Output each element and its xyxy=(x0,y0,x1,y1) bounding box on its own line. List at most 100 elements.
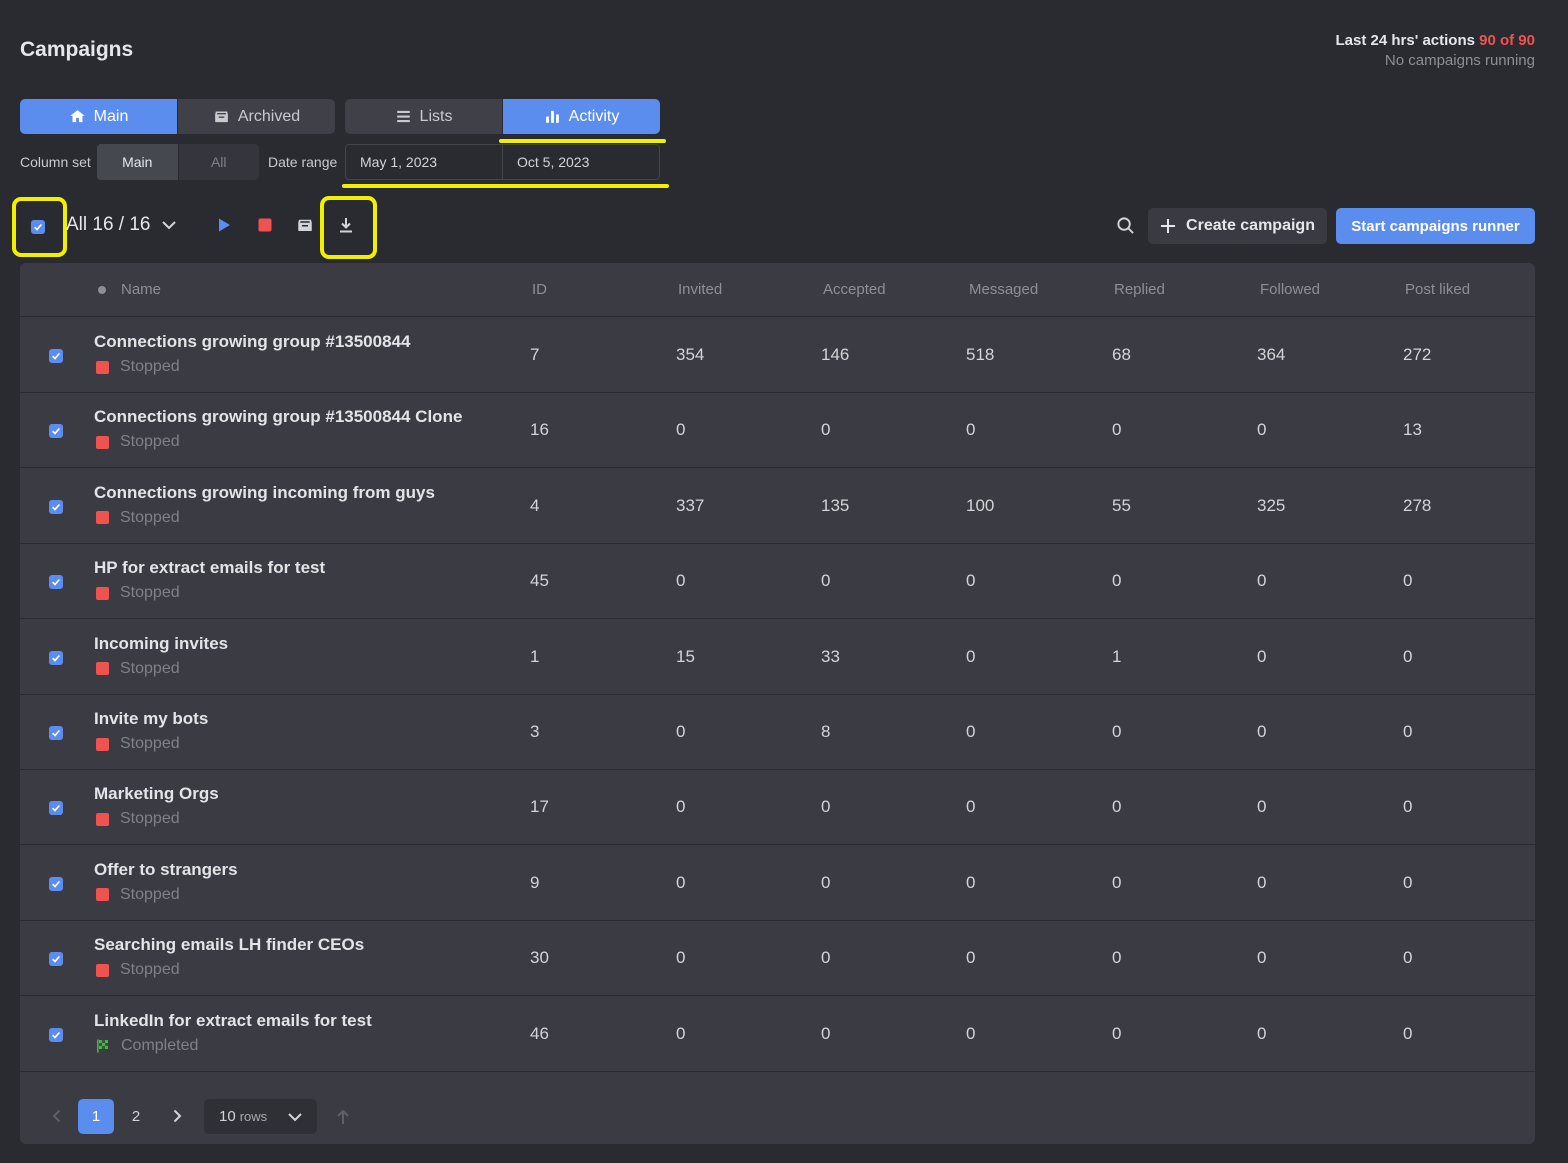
campaigns-table: Name ID Invited Accepted Messaged Replie… xyxy=(20,263,1535,1144)
cell-post-liked: 0 xyxy=(1403,797,1413,817)
cell-invited: 0 xyxy=(676,797,686,817)
page-button-1[interactable]: 1 xyxy=(78,1099,114,1134)
cell-replied: 1 xyxy=(1112,646,1122,666)
campaign-name[interactable]: LinkedIn for extract emails for test xyxy=(94,1011,372,1031)
campaign-name[interactable]: Connections growing incoming from guys xyxy=(94,483,435,503)
archive-icon[interactable] xyxy=(296,216,314,234)
row-checkbox[interactable] xyxy=(49,801,63,816)
date-to-input[interactable]: Oct 5, 2023 xyxy=(502,145,659,179)
chevron-right-icon[interactable] xyxy=(170,1109,184,1123)
row-checkbox[interactable] xyxy=(49,424,63,439)
campaign-name[interactable]: HP for extract emails for test xyxy=(94,558,325,578)
column-header-messaged[interactable]: Messaged xyxy=(969,281,1038,298)
rows-per-page-value: 10 xyxy=(219,1108,236,1125)
cell-invited: 0 xyxy=(676,420,686,440)
table-row[interactable]: Invite my bots Stopped 3 0 8 0 0 0 0 xyxy=(20,695,1535,770)
table-row[interactable]: Searching emails LH finder CEOs Stopped 30… xyxy=(20,921,1535,997)
arrow-up-icon[interactable] xyxy=(335,1109,351,1125)
column-header-post-liked[interactable]: Post liked xyxy=(1405,281,1470,298)
campaign-name[interactable]: Offer to strangers xyxy=(94,860,238,880)
cell-accepted: 0 xyxy=(821,1023,831,1043)
campaign-status-label: Stopped xyxy=(120,735,180,752)
list-icon xyxy=(396,110,410,123)
column-header-id[interactable]: ID xyxy=(532,281,547,298)
table-row[interactable]: HP for extract emails for test Stopped 45 0… xyxy=(20,544,1535,620)
cell-messaged: 100 xyxy=(966,495,995,515)
cell-id: 30 xyxy=(530,948,549,968)
selection-dropdown[interactable]: All 16 / 16 xyxy=(66,214,177,236)
table-row[interactable]: Marketing Orgs Stopped 17 0 0 0 0 0 0 xyxy=(20,770,1535,846)
table-row[interactable]: Connections growing group #13500844 Clon… xyxy=(20,393,1535,469)
stopped-status-icon xyxy=(96,737,109,751)
rows-per-page-select[interactable]: 10 rows xyxy=(204,1099,317,1134)
row-checkbox[interactable] xyxy=(49,952,63,967)
column-header-name[interactable]: Name xyxy=(121,281,161,298)
column-header-accepted[interactable]: Accepted xyxy=(823,281,886,298)
cell-invited: 337 xyxy=(676,495,705,515)
campaign-name[interactable]: Searching emails LH finder CEOs xyxy=(94,935,364,955)
tab-archived[interactable]: Archived xyxy=(177,99,335,134)
row-checkbox[interactable] xyxy=(49,575,63,590)
campaign-name[interactable]: Connections growing group #13500844 Clon… xyxy=(94,407,462,427)
table-row[interactable]: Offer to strangers Stopped 9 0 0 0 0 0 0 xyxy=(20,846,1535,921)
row-checkbox[interactable] xyxy=(49,499,63,514)
cell-post-liked: 0 xyxy=(1403,948,1413,968)
table-row[interactable]: Connections growing incoming from guys St… xyxy=(20,469,1535,544)
table-row[interactable]: LinkedIn for extract emails for test Comp… xyxy=(20,997,1535,1072)
start-campaigns-runner-button[interactable]: Start campaigns runner xyxy=(1336,208,1535,244)
chevron-down-icon xyxy=(161,221,176,230)
tab-activity[interactable]: Activity xyxy=(502,99,660,134)
select-all-checkbox[interactable] xyxy=(31,220,45,234)
cell-messaged: 0 xyxy=(966,646,976,666)
cell-id: 17 xyxy=(530,797,549,817)
cell-id: 16 xyxy=(530,420,549,440)
campaign-status-label: Stopped xyxy=(120,584,180,602)
column-set-all[interactable]: All xyxy=(177,144,259,180)
cell-invited: 0 xyxy=(676,1023,686,1043)
cell-post-liked: 272 xyxy=(1403,345,1432,364)
cell-messaged: 0 xyxy=(966,722,976,741)
search-icon[interactable] xyxy=(1116,216,1135,235)
download-icon[interactable] xyxy=(337,216,355,234)
date-from-input[interactable]: May 1, 2023 xyxy=(346,145,502,179)
cell-id: 45 xyxy=(530,571,549,591)
create-campaign-button[interactable]: Create campaign xyxy=(1148,208,1327,244)
archive-icon xyxy=(215,111,228,123)
campaign-name[interactable]: Invite my bots xyxy=(94,709,208,729)
column-header-invited[interactable]: Invited xyxy=(678,281,722,298)
stop-icon[interactable] xyxy=(256,216,274,234)
tab-main-label: Main xyxy=(93,107,129,125)
campaign-name[interactable]: Incoming invites xyxy=(94,634,228,654)
column-header-followed[interactable]: Followed xyxy=(1260,281,1320,298)
stopped-status-icon xyxy=(96,586,109,600)
play-icon[interactable] xyxy=(215,216,233,234)
row-checkbox[interactable] xyxy=(49,726,63,740)
campaign-name[interactable]: Connections growing group #13500844 xyxy=(94,332,410,352)
cell-messaged: 0 xyxy=(966,1023,976,1043)
rows-per-page-unit: rows xyxy=(239,1109,268,1124)
tab-lists[interactable]: Lists xyxy=(345,99,502,134)
cell-messaged: 0 xyxy=(966,948,976,968)
cell-accepted: 0 xyxy=(821,948,831,968)
view-tabs: Lists Activity xyxy=(345,99,660,134)
actions-stats-label: Last 24 hrs' actions xyxy=(1335,32,1475,49)
chevron-left-icon[interactable] xyxy=(50,1109,64,1123)
campaign-name[interactable]: Marketing Orgs xyxy=(94,784,219,804)
checkered-flag-icon xyxy=(97,1039,108,1053)
row-checkbox[interactable] xyxy=(49,650,63,665)
row-checkbox[interactable] xyxy=(49,876,63,891)
cell-replied: 0 xyxy=(1112,872,1122,892)
stopped-status-icon xyxy=(96,812,109,826)
column-set-toggle: Main All xyxy=(97,144,259,180)
cell-messaged: 0 xyxy=(966,420,976,440)
column-header-replied[interactable]: Replied xyxy=(1114,281,1165,298)
page-button-2[interactable]: 2 xyxy=(118,1099,154,1134)
tab-main[interactable]: Main xyxy=(20,99,177,134)
table-row[interactable]: Connections growing group #13500844 Stopp… xyxy=(20,318,1535,393)
table-row[interactable]: Incoming invites Stopped 1 15 33 0 1 0 0 xyxy=(20,620,1535,695)
row-checkbox[interactable] xyxy=(49,1027,63,1042)
campaign-status-label: Stopped xyxy=(120,433,180,451)
row-checkbox[interactable] xyxy=(49,349,63,363)
cell-invited: 0 xyxy=(676,571,686,591)
column-set-main[interactable]: Main xyxy=(97,144,178,180)
